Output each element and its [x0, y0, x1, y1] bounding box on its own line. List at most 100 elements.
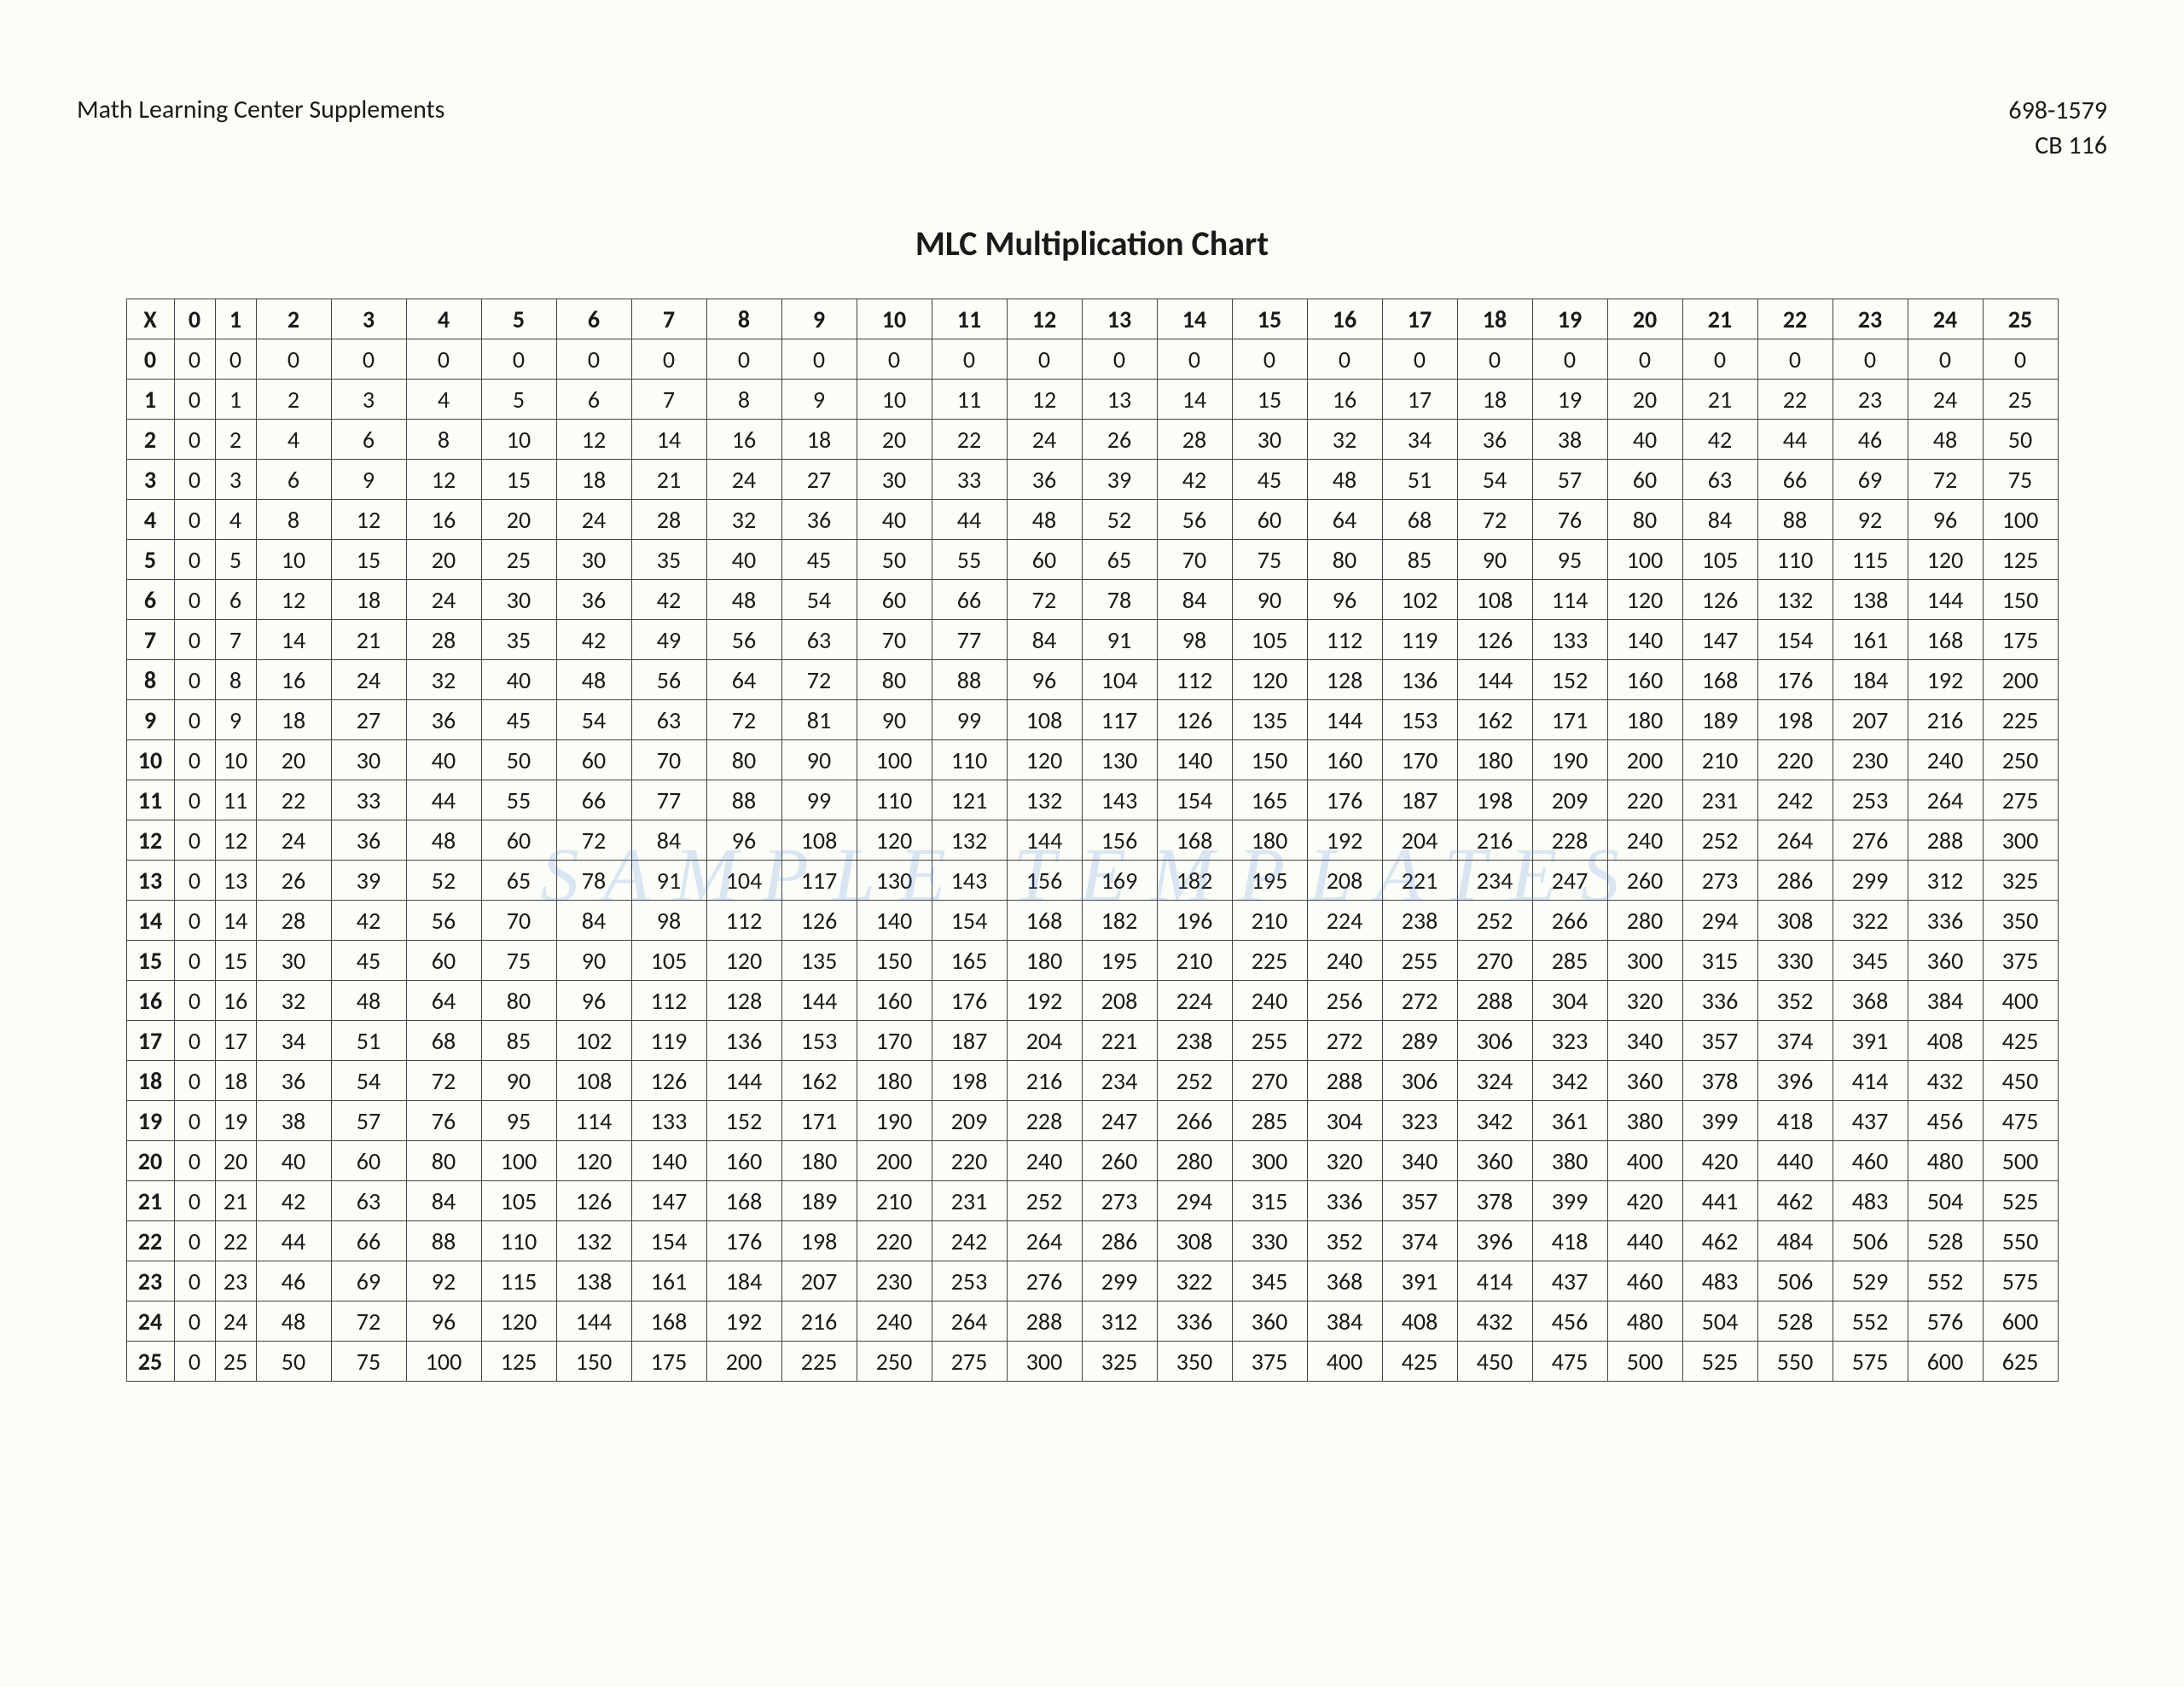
cell: 22 [1757, 380, 1833, 420]
cell: 374 [1382, 1221, 1457, 1261]
cell: 253 [932, 1261, 1007, 1301]
cell: 40 [1607, 420, 1682, 460]
cell: 345 [1833, 941, 1908, 981]
cell: 450 [1457, 1342, 1532, 1382]
cell: 312 [1082, 1301, 1157, 1342]
cell: 105 [1682, 540, 1757, 580]
cell: 299 [1833, 861, 1908, 901]
cell: 8 [406, 420, 481, 460]
cell: 170 [1382, 740, 1457, 780]
cell: 15 [1232, 380, 1307, 420]
cell: 195 [1232, 861, 1307, 901]
cell: 483 [1833, 1181, 1908, 1221]
cell: 96 [1908, 500, 1983, 540]
cell: 204 [1382, 820, 1457, 861]
cell: 75 [1983, 460, 2058, 500]
cell: 108 [781, 820, 857, 861]
cell: 462 [1682, 1221, 1757, 1261]
cell: 240 [857, 1301, 932, 1342]
cell: 276 [1833, 820, 1908, 861]
cell: 108 [1007, 700, 1082, 740]
cell: 76 [406, 1101, 481, 1141]
cell: 15 [481, 460, 556, 500]
cell: 238 [1157, 1021, 1232, 1061]
cell: 33 [932, 460, 1007, 500]
cell: 504 [1682, 1301, 1757, 1342]
cell: 0 [857, 339, 932, 380]
cell: 42 [631, 580, 706, 620]
cell: 12 [1007, 380, 1082, 420]
cell: 120 [481, 1301, 556, 1342]
cell: 16 [215, 981, 256, 1021]
cell: 16 [1307, 380, 1382, 420]
cell: 325 [1082, 1342, 1157, 1382]
cell: 529 [1833, 1261, 1908, 1301]
cell: 48 [556, 660, 631, 700]
cell: 76 [1532, 500, 1607, 540]
cell: 336 [1682, 981, 1757, 1021]
cell: 17 [1382, 380, 1457, 420]
cell: 228 [1532, 820, 1607, 861]
cell: 192 [1908, 660, 1983, 700]
cell: 77 [932, 620, 1007, 660]
cell: 1 [215, 380, 256, 420]
cell: 18 [556, 460, 631, 500]
cell: 300 [1232, 1141, 1307, 1181]
cell: 70 [631, 740, 706, 780]
col-header: 15 [1232, 299, 1307, 339]
cell: 154 [1757, 620, 1833, 660]
cell: 36 [1457, 420, 1532, 460]
cell: 108 [1457, 580, 1532, 620]
cell: 96 [556, 981, 631, 1021]
cell: 72 [1007, 580, 1082, 620]
cell: 195 [1082, 941, 1157, 981]
cell: 50 [256, 1342, 331, 1382]
cell: 408 [1908, 1021, 1983, 1061]
cell: 68 [406, 1021, 481, 1061]
cell: 408 [1382, 1301, 1457, 1342]
cell: 456 [1532, 1301, 1607, 1342]
cell: 187 [1382, 780, 1457, 820]
cell: 0 [174, 1141, 215, 1181]
table-row: 1012345678910111213141516171819202122232… [126, 380, 2058, 420]
cell: 66 [932, 580, 1007, 620]
cell: 27 [781, 460, 857, 500]
cell: 294 [1157, 1181, 1232, 1221]
cell: 0 [174, 1301, 215, 1342]
cell: 380 [1607, 1101, 1682, 1141]
cell: 216 [781, 1301, 857, 1342]
cell: 234 [1457, 861, 1532, 901]
cell: 50 [1983, 420, 2058, 460]
cell: 60 [406, 941, 481, 981]
cell: 0 [706, 339, 781, 380]
cell: 35 [481, 620, 556, 660]
cell: 190 [1532, 740, 1607, 780]
cell: 154 [631, 1221, 706, 1261]
cell: 0 [174, 1021, 215, 1061]
cell: 140 [857, 901, 932, 941]
cell: 44 [932, 500, 1007, 540]
cell: 575 [1833, 1342, 1908, 1382]
cell: 69 [331, 1261, 406, 1301]
cell: 234 [1082, 1061, 1157, 1101]
cell: 108 [556, 1061, 631, 1101]
cell: 336 [1908, 901, 1983, 941]
cell: 110 [857, 780, 932, 820]
cell: 266 [1532, 901, 1607, 941]
cell: 552 [1908, 1261, 1983, 1301]
cell: 231 [932, 1181, 1007, 1221]
table-row: 8081624324048566472808896104112120128136… [126, 660, 2058, 700]
cell: 342 [1532, 1061, 1607, 1101]
cell: 330 [1757, 941, 1833, 981]
cell: 475 [1532, 1342, 1607, 1382]
cell: 81 [781, 700, 857, 740]
cell: 0 [256, 339, 331, 380]
cell: 72 [556, 820, 631, 861]
cell: 100 [406, 1342, 481, 1382]
cell: 112 [1157, 660, 1232, 700]
cell: 80 [406, 1141, 481, 1181]
cell: 550 [1983, 1221, 2058, 1261]
cell: 175 [1983, 620, 2058, 660]
cell: 66 [556, 780, 631, 820]
cell: 120 [706, 941, 781, 981]
